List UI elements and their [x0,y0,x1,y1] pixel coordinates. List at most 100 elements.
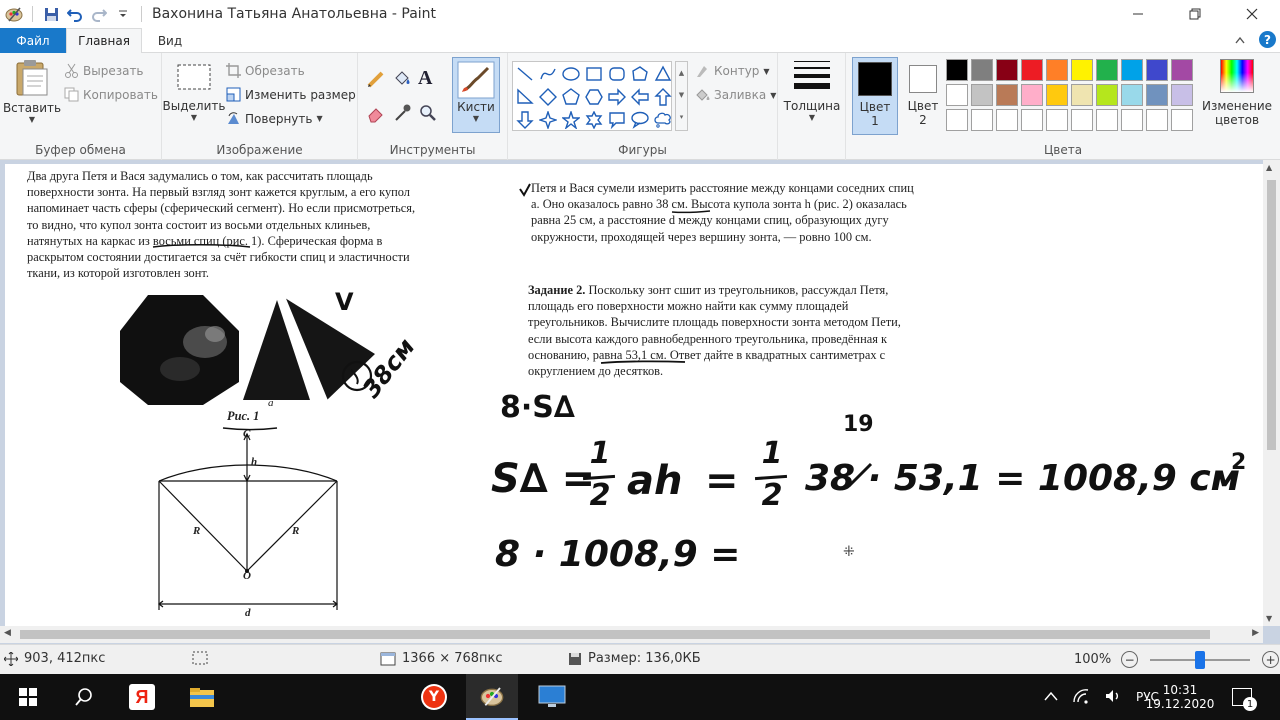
palette-swatch[interactable] [996,109,1018,131]
shape-oval-icon[interactable] [559,62,582,85]
shape-rectangle-icon[interactable] [582,62,605,85]
undo-icon[interactable] [63,2,87,26]
palette-swatch[interactable] [1046,84,1068,106]
select-button[interactable]: Выделить ▼ [163,63,225,122]
notifications-button[interactable]: 1 [1232,674,1257,720]
shape-arrow-left-icon[interactable] [628,85,651,108]
scroll-left-icon[interactable]: ◀ [4,628,11,638]
edit-colors-button[interactable]: Изменение цветов [1202,59,1272,127]
palette-swatch[interactable] [1121,109,1143,131]
rotate-button[interactable]: Повернуть ▼ [226,111,323,126]
drawing-canvas[interactable]: Два друга Петя и Вася задумались о том, … [5,164,1263,626]
crop-button[interactable]: Обрезать [226,63,305,78]
palette-swatch[interactable] [1046,109,1068,131]
copy-button[interactable]: Копировать [64,87,158,102]
palette-swatch[interactable] [946,59,968,81]
pencil-tool[interactable] [366,69,386,89]
shape-pentagon-icon[interactable] [559,85,582,108]
palette-swatch[interactable] [1121,84,1143,106]
eraser-tool[interactable] [366,103,386,123]
shape-rounded-rectangle-icon[interactable] [605,62,628,85]
shape-star5-icon[interactable] [559,108,582,131]
palette-swatch[interactable] [971,59,993,81]
clock[interactable]: 10:31 19.12.2020 [1140,674,1220,720]
shapes-gallery[interactable] [512,61,672,131]
palette-swatch[interactable] [971,84,993,106]
fill-button[interactable]: Заливка ▼ [694,87,776,103]
shape-arrow-up-icon[interactable] [651,85,674,108]
redo-icon[interactable] [87,2,111,26]
tab-view[interactable]: Вид [142,28,198,53]
palette-swatch[interactable] [1021,59,1043,81]
horizontal-scroll-thumb[interactable] [20,630,1210,639]
palette-swatch[interactable] [1096,109,1118,131]
palette-swatch[interactable] [1146,109,1168,131]
paint-app-icon[interactable] [2,2,26,26]
tab-home[interactable]: Главная [66,28,142,53]
palette-swatch[interactable] [971,109,993,131]
color1-button[interactable]: Цвет 1 [852,57,898,135]
shape-callout-rect-icon[interactable] [605,108,628,131]
close-button[interactable] [1223,0,1280,28]
maximize-button[interactable] [1166,0,1223,28]
taskbar-file-explorer[interactable] [176,674,228,720]
palette-swatch[interactable] [1046,59,1068,81]
cut-button[interactable]: Вырезать [64,63,144,78]
network-icon[interactable] [1072,688,1090,707]
shape-line-icon[interactable] [513,62,536,85]
palette-swatch[interactable] [996,84,1018,106]
palette-swatch[interactable] [996,59,1018,81]
paste-button[interactable]: Вставить ▼ [3,59,61,124]
shape-callout-oval-icon[interactable] [628,108,651,131]
taskbar-yandex-browser[interactable]: Y [408,674,460,720]
vertical-scroll-thumb[interactable] [1267,180,1276,450]
scroll-up-icon[interactable]: ▲ [1266,163,1272,172]
shape-star6-icon[interactable] [582,108,605,131]
zoom-out-icon[interactable]: − [1121,651,1139,668]
palette-swatch[interactable] [1071,109,1093,131]
vertical-scrollbar[interactable]: ▲ ▼ [1263,160,1280,626]
taskbar-yandex-launcher[interactable]: Я [116,674,168,720]
palette-swatch[interactable] [1171,109,1193,131]
shape-polygon-icon[interactable] [628,62,651,85]
palette-swatch[interactable] [946,109,968,131]
customize-quick-access-icon[interactable] [111,2,135,26]
tab-file[interactable]: Файл [0,28,66,53]
zoom-slider[interactable] [1150,651,1251,669]
shape-star4-icon[interactable] [536,108,559,131]
color2-button[interactable]: Цвет 2 [900,57,946,135]
palette-swatch[interactable] [1146,84,1168,106]
tray-expand-icon[interactable] [1044,690,1058,704]
outline-button[interactable]: Контур ▼ [694,63,770,79]
save-icon[interactable] [39,2,63,26]
palette-swatch[interactable] [1071,59,1093,81]
shape-right-triangle-icon[interactable] [513,85,536,108]
zoom-slider-thumb[interactable] [1195,651,1206,669]
color-picker-tool[interactable] [392,103,412,123]
help-icon[interactable]: ? [1259,31,1276,48]
collapse-ribbon-icon[interactable] [1235,33,1245,47]
palette-swatch[interactable] [1096,84,1118,106]
palette-swatch[interactable] [1171,59,1193,81]
taskbar-monitor-app[interactable] [526,674,578,720]
volume-icon[interactable] [1104,688,1122,707]
fill-tool[interactable] [392,69,412,89]
resize-button[interactable]: Изменить размер [226,87,356,102]
shape-callout-cloud-icon[interactable] [651,108,674,131]
scroll-right-icon[interactable]: ▶ [1252,628,1259,638]
shape-arrow-down-icon[interactable] [513,108,536,131]
magnifier-tool[interactable] [418,103,438,123]
palette-swatch[interactable] [1146,59,1168,81]
palette-swatch[interactable] [946,84,968,106]
shape-hexagon-icon[interactable] [582,85,605,108]
palette-swatch[interactable] [1021,84,1043,106]
brushes-button[interactable]: Кисти ▼ [452,57,500,133]
shape-arrow-right-icon[interactable] [605,85,628,108]
zoom-in-icon[interactable]: + [1262,651,1280,668]
palette-swatch[interactable] [1071,84,1093,106]
size-button[interactable]: Толщина ▼ [784,59,840,122]
text-tool[interactable]: A [418,67,432,90]
palette-swatch[interactable] [1096,59,1118,81]
scroll-down-icon[interactable]: ▼ [1266,614,1272,623]
horizontal-scrollbar[interactable]: ◀ ▶ [0,626,1263,643]
